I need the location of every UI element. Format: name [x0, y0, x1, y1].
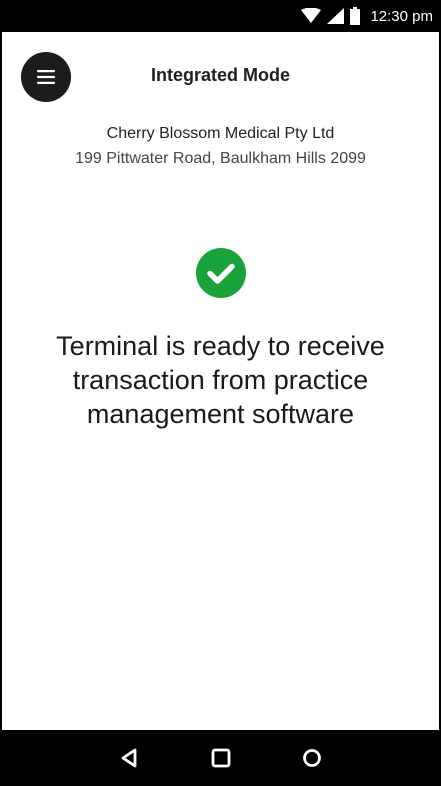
page-title: Integrated Mode — [150, 65, 290, 85]
merchant-name: Cherry Blossom Medical Pty Ltd — [106, 125, 335, 142]
navigation-bar — [0, 730, 441, 786]
main-screen: Integrated Mode Cherry Blossom Medical P… — [2, 32, 439, 730]
status-bar: 12:30 pm — [0, 0, 441, 32]
signal-icon — [327, 8, 345, 24]
wifi-icon — [301, 8, 322, 23]
recents-icon[interactable] — [300, 746, 324, 770]
status-message: Terminal is ready to receive transaction… — [56, 331, 385, 429]
status-time: 12:30 pm — [370, 7, 433, 25]
merchant-address: 199 Pittwater Road, Baulkham Hills 2099 — [75, 150, 366, 167]
battery-icon — [350, 7, 361, 25]
status-icons: 12:30 pm — [301, 0, 433, 32]
home-icon[interactable] — [209, 746, 233, 770]
check-circle-icon — [196, 248, 246, 298]
back-icon[interactable] — [118, 746, 142, 770]
